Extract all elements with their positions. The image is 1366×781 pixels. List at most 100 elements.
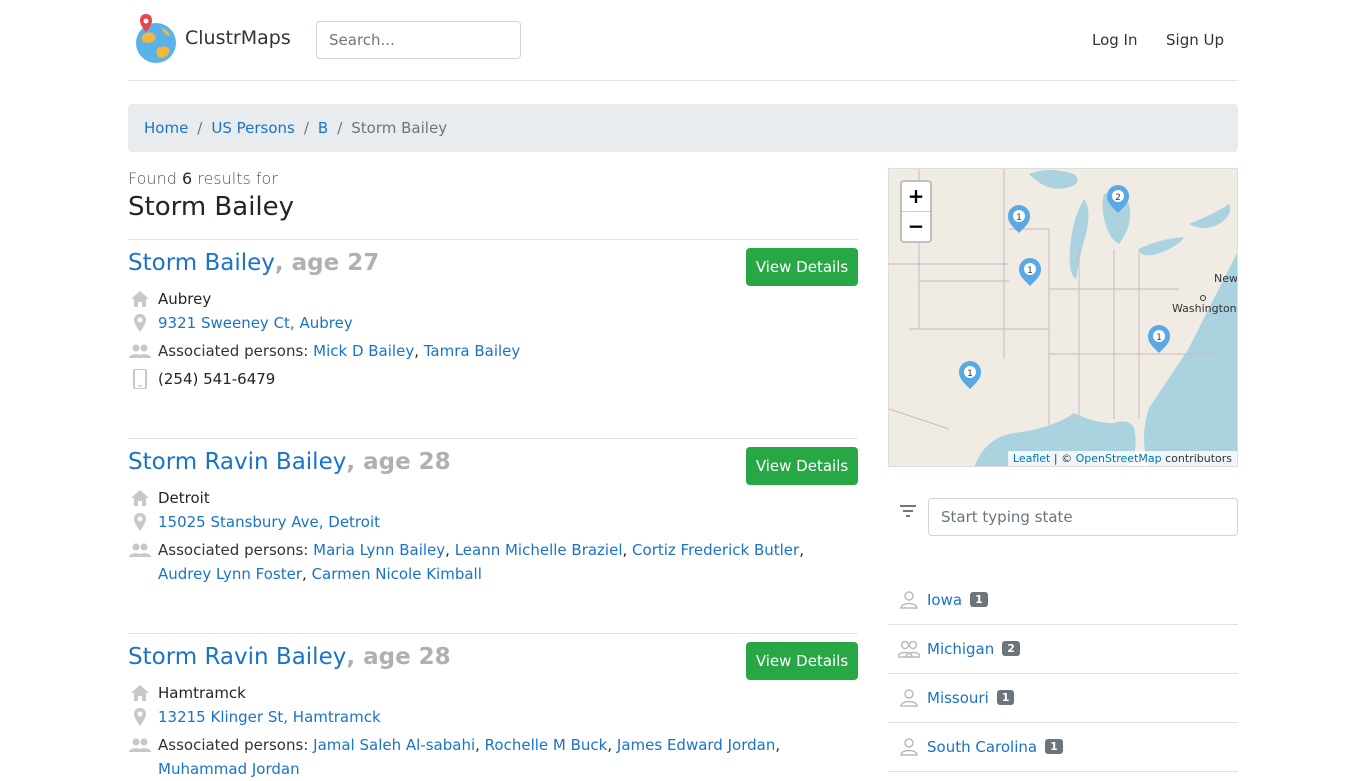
person-age: , age 28 (346, 449, 451, 475)
map-attribution: Leaflet | © OpenStreetMap contributors (1007, 451, 1237, 466)
state-count-badge: 2 (1002, 641, 1020, 656)
clustrmaps-logo-icon[interactable] (132, 14, 178, 64)
person-icon (900, 591, 918, 609)
site-header: ClustrMaps Log In Sign Up (128, 0, 1238, 81)
search-input[interactable] (316, 21, 521, 59)
view-details-button[interactable]: View Details (746, 642, 858, 680)
city-row: Hamtramck (128, 681, 858, 705)
associated-label: Associated persons: (158, 541, 309, 559)
map-label-new: New (1214, 272, 1238, 285)
person-age: , age 27 (274, 250, 380, 276)
breadcrumb-separator: / (303, 119, 309, 137)
person-icon (900, 689, 918, 707)
address-link[interactable]: 15025 Stansbury Ave, Detroit (158, 510, 858, 534)
results-count: 6 (181, 169, 193, 188)
marker-count: 1 (967, 369, 973, 379)
openstreetmap-link[interactable]: OpenStreetMap (1076, 452, 1162, 465)
state-link-iowa[interactable]: Iowa (927, 591, 962, 609)
person-age: , age 28 (346, 644, 451, 670)
associated-row: Associated persons: Maria Lynn Bailey, L… (128, 538, 858, 586)
phone-icon (133, 369, 147, 389)
signup-link[interactable]: Sign Up (1166, 31, 1224, 49)
people-icon (129, 543, 151, 557)
state-list-item[interactable]: Iowa 1 (888, 576, 1238, 625)
results-map[interactable]: Washington New 1 2 1 1 1 + − Leaflet | ©… (888, 168, 1238, 467)
breadcrumb-letter[interactable]: B (318, 119, 328, 137)
breadcrumb-home[interactable]: Home (144, 119, 188, 137)
associated-label: Associated persons: (158, 736, 309, 754)
state-link-missouri[interactable]: Missouri (927, 689, 989, 707)
address-row: 9321 Sweeney Ct, Aubrey (128, 311, 858, 335)
result-card: Storm Bailey, age 27 View Details Aubrey… (128, 239, 858, 438)
address-link[interactable]: 9321 Sweeney Ct, Aubrey (158, 311, 858, 335)
state-filter-input[interactable] (928, 498, 1238, 536)
phone-number: (254) 541-6479 (158, 370, 276, 388)
associated-label: Associated persons: (158, 342, 309, 360)
state-link-south-carolina[interactable]: South Carolina (927, 738, 1037, 756)
map-label-washington: Washington (1172, 302, 1237, 315)
city-text: Aubrey (158, 290, 212, 308)
marker-count: 1 (1027, 266, 1033, 276)
people-icon (129, 344, 151, 358)
location-pin-icon (134, 513, 146, 531)
result-heading: Storm Bailey, age 27 (128, 250, 379, 276)
associated-person-link[interactable]: Leann Michelle Braziel (455, 541, 623, 559)
phone-row: (254) 541-6479 (128, 367, 858, 391)
city-row: Detroit (128, 486, 858, 510)
breadcrumb-separator: / (337, 119, 343, 137)
state-link-michigan[interactable]: Michigan (927, 640, 994, 658)
state-count-badge: 1 (970, 592, 988, 607)
result-heading: Storm Ravin Bailey, age 28 (128, 644, 451, 670)
associated-person-link[interactable]: Tamra Bailey (424, 342, 521, 360)
person-name-link[interactable]: Storm Bailey (128, 250, 275, 276)
home-icon (131, 685, 149, 701)
marker-count: 1 (1156, 333, 1162, 343)
associated-row: Associated persons: Jamal Saleh Al-sabah… (128, 733, 858, 781)
person-name-link[interactable]: Storm Ravin Bailey (128, 644, 346, 670)
person-name-link[interactable]: Storm Ravin Bailey (128, 449, 346, 475)
associated-person-link[interactable]: Carmen Nicole Kimball (312, 565, 482, 583)
result-card: Storm Ravin Bailey, age 28 View Details … (128, 633, 858, 778)
map-tiles[interactable]: Washington New 1 2 1 1 1 (889, 169, 1238, 467)
associated-person-link[interactable]: Muhammad Jordan (158, 760, 300, 778)
marker-count: 2 (1115, 193, 1121, 203)
location-pin-icon (134, 314, 146, 332)
associated-person-link[interactable]: Cortiz Frederick Butler (632, 541, 799, 559)
view-details-button[interactable]: View Details (746, 248, 858, 286)
state-list-item[interactable]: Michigan 2 (888, 625, 1238, 674)
breadcrumb-us-persons[interactable]: US Persons (211, 119, 295, 137)
associated-person-link[interactable]: James Edward Jordan (617, 736, 775, 754)
state-count-badge: 1 (1045, 739, 1063, 754)
city-text: Hamtramck (158, 684, 246, 702)
home-icon (131, 291, 149, 307)
address-row: 15025 Stansbury Ave, Detroit (128, 510, 858, 534)
view-details-button[interactable]: View Details (746, 447, 858, 485)
page-title: Storm Bailey (128, 192, 295, 222)
summary-prefix: Found (128, 169, 177, 188)
people-icon (898, 640, 920, 658)
brand-name[interactable]: ClustrMaps (185, 27, 291, 49)
breadcrumb-current: Storm Bailey (351, 119, 448, 137)
associated-person-link[interactable]: Jamal Saleh Al-sabahi (313, 736, 475, 754)
associated-row: Associated persons: Mick D Bailey, Tamra… (128, 339, 858, 363)
state-list-item[interactable]: Missouri 1 (888, 674, 1238, 723)
result-heading: Storm Ravin Bailey, age 28 (128, 449, 451, 475)
breadcrumb-separator: / (197, 119, 203, 137)
zoom-in-button[interactable]: + (902, 182, 930, 212)
zoom-out-button[interactable]: − (902, 212, 930, 242)
people-icon (129, 738, 151, 752)
address-link[interactable]: 13215 Klinger St, Hamtramck (158, 705, 858, 729)
login-link[interactable]: Log In (1092, 31, 1138, 49)
result-card: Storm Ravin Bailey, age 28 View Details … (128, 438, 858, 633)
associated-person-link[interactable]: Maria Lynn Bailey (313, 541, 445, 559)
state-list-item[interactable]: South Carolina 1 (888, 723, 1238, 772)
leaflet-link[interactable]: Leaflet (1013, 452, 1050, 465)
attribution-suffix: contributors (1161, 452, 1232, 465)
city-row: Aubrey (128, 287, 858, 311)
home-icon (131, 490, 149, 506)
associated-person-link[interactable]: Rochelle M Buck (485, 736, 608, 754)
associated-person-link[interactable]: Audrey Lynn Foster (158, 565, 302, 583)
location-pin-icon (134, 708, 146, 726)
person-icon (900, 738, 918, 756)
associated-person-link[interactable]: Mick D Bailey (313, 342, 414, 360)
